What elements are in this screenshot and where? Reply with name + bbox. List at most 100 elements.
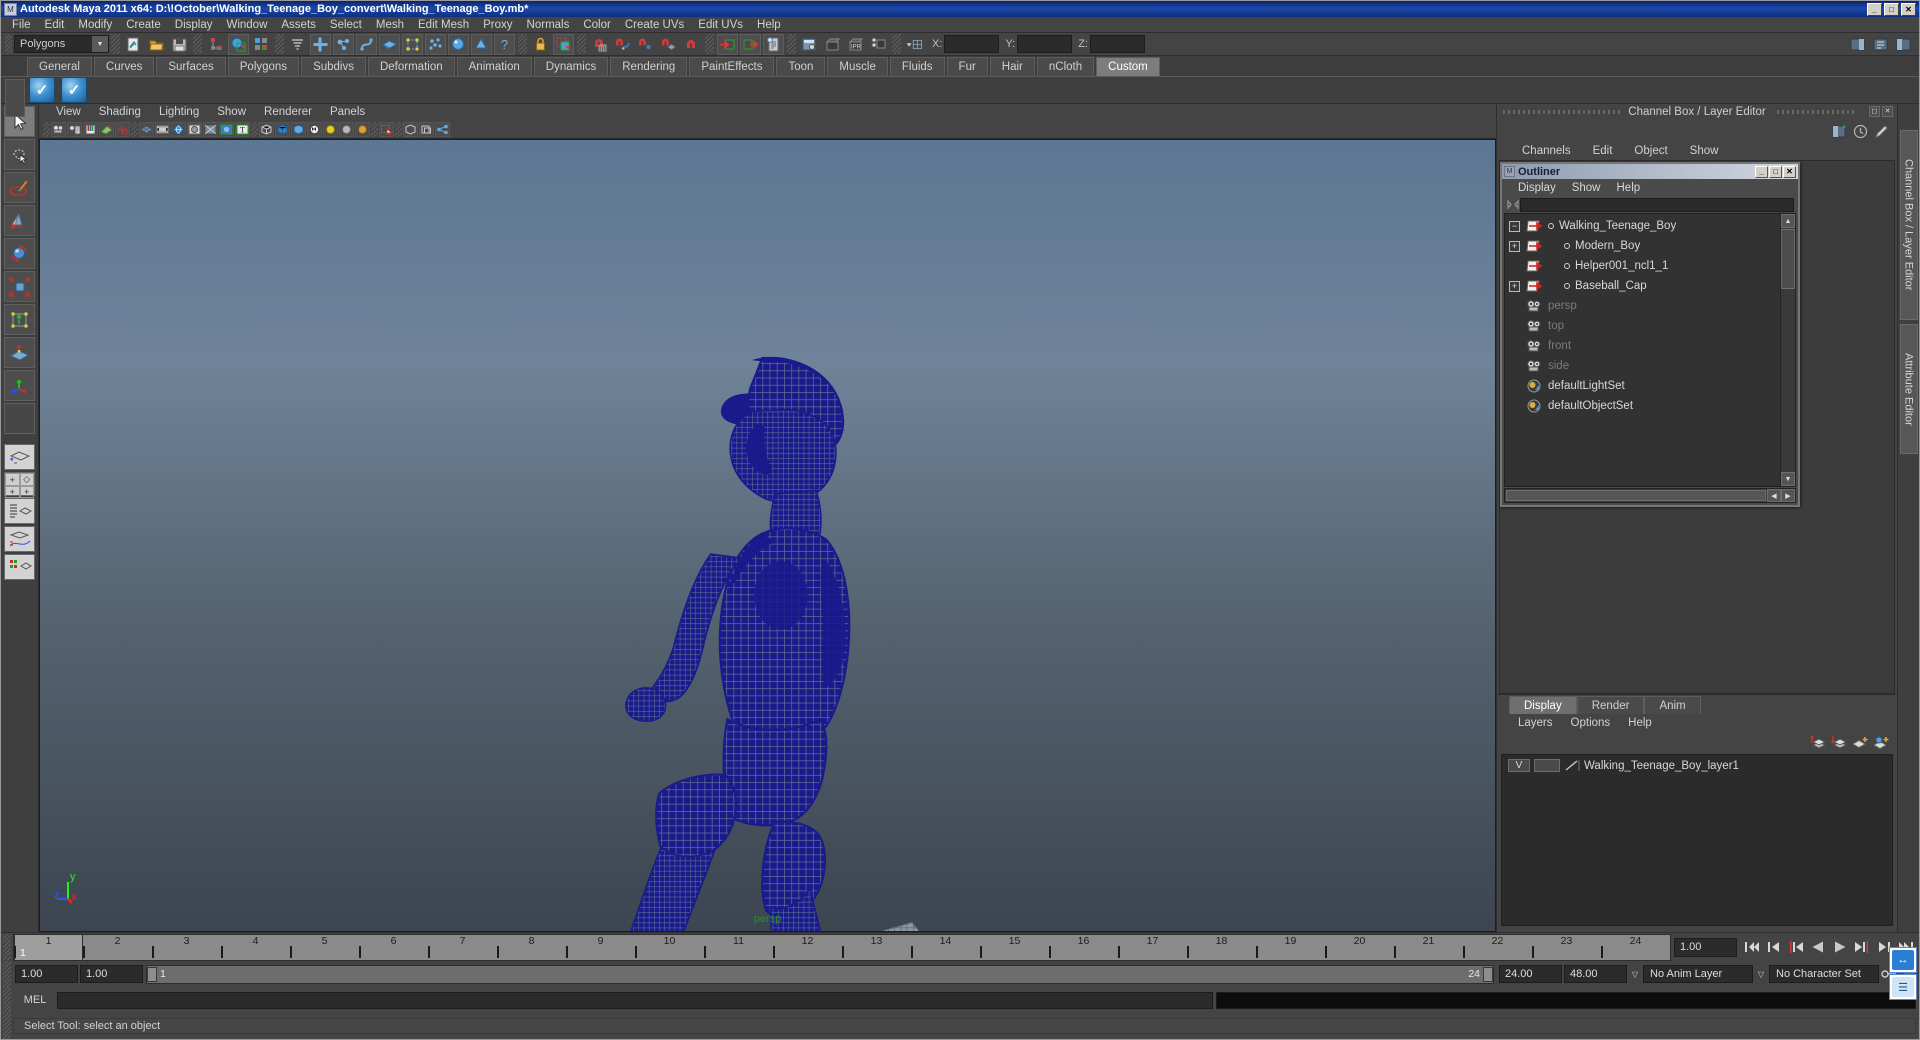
layer-display-type-toggle[interactable]	[1534, 759, 1560, 772]
channel-menu-edit[interactable]: Edit	[1582, 145, 1624, 157]
range-handle-right[interactable]	[1483, 966, 1493, 982]
construction-history-icon[interactable]	[763, 33, 784, 55]
xray-icon[interactable]	[203, 121, 218, 137]
film-gate-icon[interactable]	[155, 121, 170, 137]
layer-menu-help[interactable]: Help	[1619, 717, 1661, 729]
snap-to-grid-icon[interactable]	[589, 34, 610, 55]
lock-icon[interactable]	[530, 34, 551, 55]
walking-teenage-boy-model[interactable]	[40, 140, 1495, 931]
outliner-item-persp[interactable]: persp	[1505, 296, 1779, 316]
layer-visibility-toggle[interactable]: V	[1508, 759, 1530, 772]
isolate-select-icon[interactable]	[379, 121, 394, 137]
coord-x-input[interactable]	[944, 35, 1000, 53]
smooth-shade-icon[interactable]	[219, 121, 234, 137]
range-slider-grip[interactable]	[3, 961, 11, 987]
occlusion-icon[interactable]	[355, 121, 370, 137]
tab-render[interactable]: Render	[1576, 696, 1645, 714]
share-icon[interactable]	[435, 121, 450, 137]
texture-toggle-icon[interactable]: T	[235, 121, 250, 137]
menu-modify[interactable]: Modify	[71, 17, 119, 33]
outliner-item-top[interactable]: top	[1505, 316, 1779, 336]
outliner-window[interactable]: M Outliner _ □ ✕ Display Show Help − Wal…	[1500, 162, 1800, 507]
hypershade-icon[interactable]	[868, 34, 889, 55]
menu-set-selector[interactable]: Polygons ▼	[14, 35, 109, 53]
shelf-tab-muscle[interactable]: Muscle	[827, 57, 888, 76]
render-settings-icon[interactable]: IPR	[845, 34, 866, 55]
anim-start-time-field[interactable]: 1.00	[15, 965, 78, 983]
menu-create-uvs[interactable]: Create UVs	[618, 17, 691, 33]
snap-to-curve-icon[interactable]	[612, 34, 633, 55]
layer-color-swatch-icon[interactable]	[1564, 759, 1580, 772]
shelf-tab-curves[interactable]: Curves	[93, 57, 155, 76]
grid-toggle-icon[interactable]	[139, 121, 154, 137]
shelf-tab-dynamics[interactable]: Dynamics	[533, 57, 609, 76]
menu-window[interactable]: Window	[219, 17, 274, 33]
playback-start-time-field[interactable]: 1.00	[80, 965, 143, 983]
quad-cell-3[interactable]: +	[5, 486, 20, 498]
shelf-tab-painteffects[interactable]: PaintEffects	[689, 57, 775, 76]
outliner-item-front[interactable]: front	[1505, 336, 1779, 356]
shelf-tab-custom[interactable]: Custom	[1096, 57, 1160, 76]
channel-menu-object[interactable]: Object	[1623, 145, 1678, 157]
layer-name[interactable]: Walking_Teenage_Boy_layer1	[1584, 760, 1739, 772]
character-set-dropdown-icon[interactable]: ▽	[1753, 965, 1769, 983]
quad-cell-1[interactable]: +	[5, 473, 20, 486]
snap-grid-toggle-icon[interactable]	[553, 33, 574, 55]
step-back-key-icon[interactable]	[1787, 938, 1805, 956]
select-deform-icon[interactable]	[402, 33, 423, 55]
outliner-filter-icon[interactable]	[1506, 198, 1520, 211]
tab-display[interactable]: Display	[1509, 696, 1577, 714]
time-slider[interactable]: 1 1 2 3 4 5 6 7 8 9 10 11 12 13 14 15 16 17 18 19 20 21 22 23 24	[13, 933, 1671, 961]
viewport-menu-shading[interactable]: Shading	[90, 106, 150, 118]
select-camera-icon[interactable]	[51, 121, 66, 137]
four-view-layout[interactable]: + ◇ + +	[4, 472, 35, 498]
outliner-item-defaultlightset[interactable]: defaultLightSet	[1505, 376, 1779, 396]
h-scroll-track[interactable]	[1506, 490, 1766, 501]
help-line-grip[interactable]	[3, 1013, 11, 1039]
show-manipulator-tool[interactable]	[4, 370, 35, 401]
viewport-toolbar-grip[interactable]	[43, 121, 50, 137]
smooth-shade-all-icon[interactable]	[291, 121, 306, 137]
command-line-input[interactable]	[57, 991, 1213, 1009]
step-back-frame-icon[interactable]	[1765, 938, 1783, 956]
paint-select-tool[interactable]	[4, 172, 35, 203]
menu-color[interactable]: Color	[576, 17, 617, 33]
image-plane-icon[interactable]	[99, 121, 114, 137]
outliner-menu-help[interactable]: Help	[1609, 182, 1649, 194]
open-scene-icon[interactable]	[146, 34, 167, 55]
select-by-component-icon[interactable]	[251, 34, 272, 55]
custom-check-icon-2[interactable]: ✓	[61, 77, 87, 103]
shelf-tab-deformation[interactable]: Deformation	[367, 57, 455, 76]
anim-layer-selector[interactable]: No Anim Layer	[1643, 965, 1753, 983]
playback-end-time-field[interactable]: 24.00	[1499, 965, 1562, 983]
menu-help[interactable]: Help	[750, 17, 788, 33]
menu-normals[interactable]: Normals	[520, 17, 577, 33]
flat-shade-icon[interactable]	[275, 121, 290, 137]
play-forwards-icon[interactable]	[1831, 938, 1849, 956]
viewport-menu-show[interactable]: Show	[208, 106, 255, 118]
character-set-selector[interactable]: No Character Set	[1769, 965, 1879, 983]
lasso-select-tool[interactable]	[4, 139, 35, 170]
hypershade-persp-layout[interactable]	[4, 554, 35, 580]
select-dynamic-icon[interactable]	[425, 33, 446, 55]
anim-end-time-field[interactable]: 48.00	[1564, 965, 1627, 983]
select-mask-icon[interactable]	[287, 34, 308, 55]
outliner-menu-show[interactable]: Show	[1564, 182, 1609, 194]
scroll-thumb[interactable]	[1781, 229, 1795, 289]
wireframe-on-shaded-icon[interactable]	[259, 121, 274, 137]
go-to-start-icon[interactable]	[1743, 938, 1761, 956]
close-icon[interactable]: ✕	[1882, 106, 1893, 117]
ipr-render-icon[interactable]	[822, 34, 843, 55]
select-by-hierarchy-icon[interactable]	[205, 34, 226, 55]
outliner-vertical-scrollbar[interactable]: ▲ ▼	[1780, 214, 1795, 486]
scroll-right-icon[interactable]: ▶	[1781, 489, 1795, 502]
single-perspective-layout[interactable]	[4, 444, 35, 470]
bookmark-icon[interactable]	[83, 121, 98, 137]
scroll-up-icon[interactable]: ▲	[1781, 214, 1795, 228]
gate-mask-icon[interactable]	[187, 121, 202, 137]
last-tool-used[interactable]	[4, 403, 35, 434]
new-scene-icon[interactable]	[123, 34, 144, 55]
select-misc-icon[interactable]	[471, 33, 492, 55]
select-handle-icon[interactable]	[310, 33, 331, 55]
scale-tool[interactable]	[4, 271, 35, 302]
